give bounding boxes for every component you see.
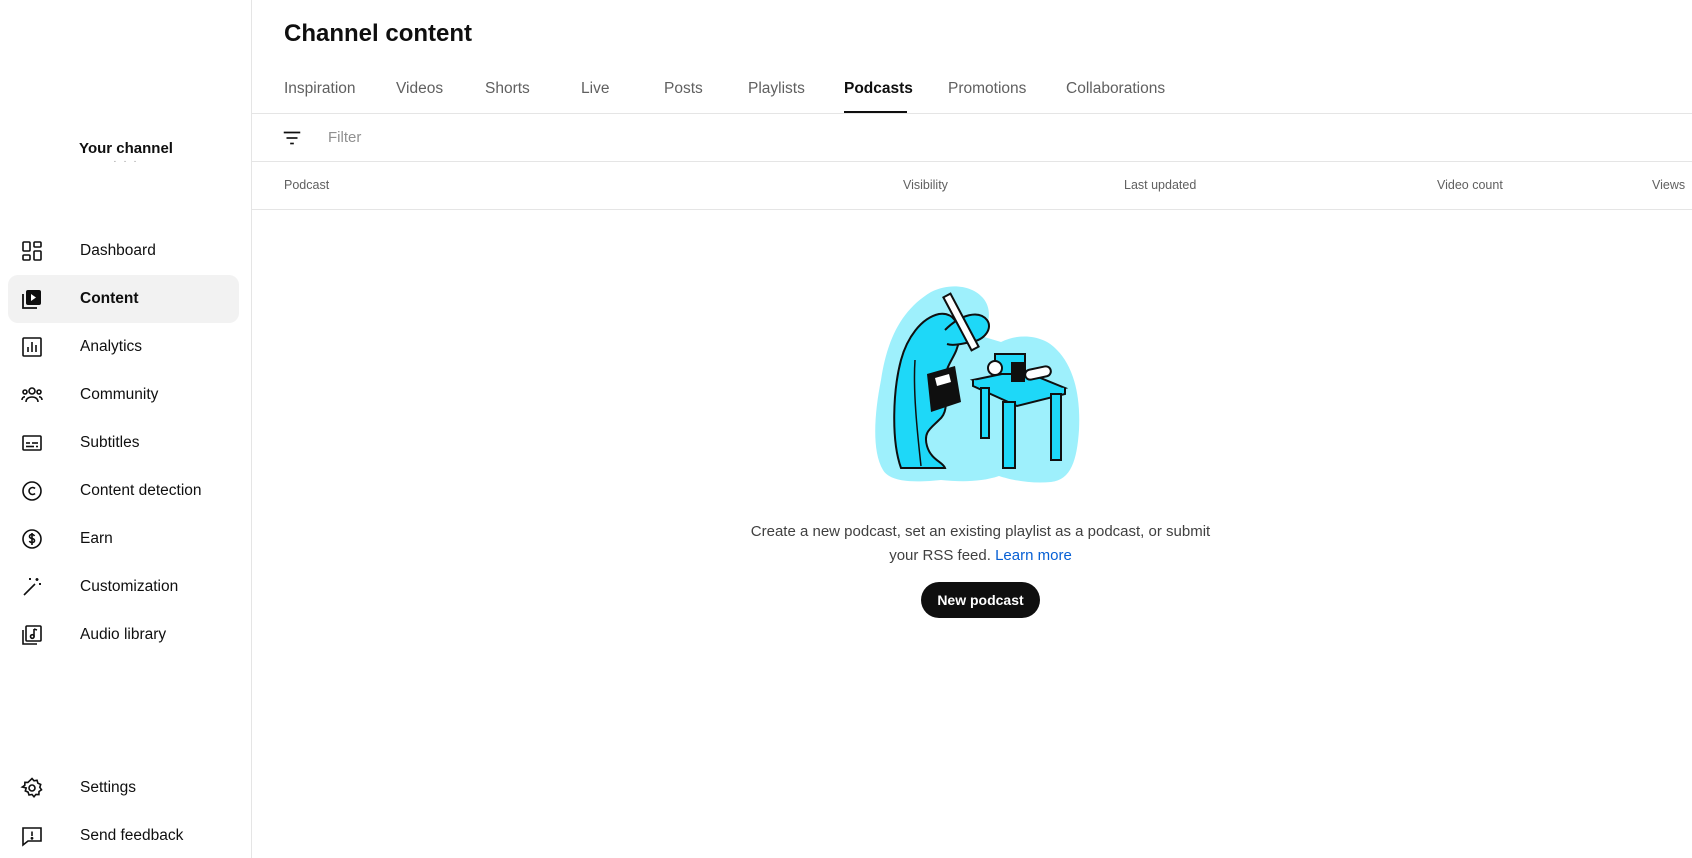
learn-more-link[interactable]: Learn more (995, 547, 1072, 564)
tab-inspiration[interactable]: Inspiration (284, 70, 396, 114)
tab-playlists[interactable]: Playlists (748, 70, 844, 114)
copyright-icon (20, 479, 44, 503)
content-icon (20, 287, 44, 311)
page-title: Channel content (284, 20, 473, 47)
column-header-views[interactable]: Views (1652, 162, 1685, 208)
tab-posts[interactable]: Posts (664, 70, 748, 114)
sidebar-item-community[interactable]: Community (8, 371, 239, 419)
sidebar-nav: Dashboard Content Analytics Community Su… (8, 227, 239, 659)
tab-collaborations[interactable]: Collaborations (1066, 70, 1176, 114)
sidebar-bottom-nav: Settings Send feedback (8, 764, 239, 858)
empty-state-message: Create a new podcast, set an existing pl… (750, 523, 1211, 564)
sidebar-item-label: Dashboard (80, 242, 156, 259)
filter-input[interactable] (328, 129, 928, 146)
sidebar-item-audio-library[interactable]: Audio library (8, 611, 239, 659)
analytics-icon (20, 335, 44, 359)
sidebar-item-settings[interactable]: Settings (8, 764, 239, 812)
subtitles-icon (20, 431, 44, 455)
audio-library-icon (20, 623, 44, 647)
filter-bar (252, 114, 1692, 162)
sidebar-item-label: Community (80, 386, 159, 403)
sidebar-item-send-feedback[interactable]: Send feedback (8, 812, 239, 858)
gear-icon (20, 776, 44, 800)
sidebar-item-subtitles[interactable]: Subtitles (8, 419, 239, 467)
channel-info: Your channel · · · (0, 140, 252, 167)
new-podcast-button[interactable]: New podcast (921, 582, 1040, 618)
filter-icon[interactable] (280, 126, 304, 150)
main-content: Channel content Inspiration Videos Short… (252, 0, 1692, 858)
sidebar-item-content-detection[interactable]: Content detection (8, 467, 239, 515)
magic-wand-icon (20, 575, 44, 599)
sidebar-item-earn[interactable]: Earn (8, 515, 239, 563)
sidebar-item-label: Content detection (80, 482, 202, 499)
community-icon (20, 383, 44, 407)
channel-title[interactable]: Your channel (0, 140, 252, 157)
sidebar-item-label: Subtitles (80, 434, 140, 451)
tab-promotions[interactable]: Promotions (948, 70, 1066, 114)
sidebar-item-label: Earn (80, 530, 113, 547)
content-tabs: Inspiration Videos Shorts Live Posts Pla… (284, 70, 1176, 114)
tab-videos[interactable]: Videos (396, 70, 485, 114)
sidebar-item-label: Analytics (80, 338, 143, 355)
sidebar-item-label: Customization (80, 578, 179, 595)
empty-state: Create a new podcast, set an existing pl… (252, 270, 1692, 618)
table-header: Podcast Visibility Last updated Video co… (252, 162, 1692, 210)
dollar-icon (20, 527, 44, 551)
sidebar-item-label: Content (80, 290, 139, 307)
tab-live[interactable]: Live (581, 70, 664, 114)
feedback-icon (20, 824, 44, 848)
sidebar-item-content[interactable]: Content (8, 275, 239, 323)
column-header-video-count[interactable]: Video count (1437, 162, 1503, 208)
empty-state-text: Create a new podcast, set an existing pl… (741, 520, 1221, 568)
sidebar-item-customization[interactable]: Customization (8, 563, 239, 611)
channel-subtitle: · · · (113, 156, 139, 167)
sidebar-item-analytics[interactable]: Analytics (8, 323, 239, 371)
sidebar-item-label: Send feedback (80, 827, 184, 844)
column-header-visibility: Visibility (903, 178, 948, 192)
sidebar-item-dashboard[interactable]: Dashboard (8, 227, 239, 275)
sidebar: Your channel · · · Dashboard Content Ana… (0, 0, 252, 858)
dashboard-icon (20, 239, 44, 263)
tab-shorts[interactable]: Shorts (485, 70, 581, 114)
sidebar-item-label: Settings (80, 779, 137, 796)
column-header-last-updated[interactable]: Last updated (1124, 162, 1196, 208)
sidebar-item-label: Audio library (80, 626, 167, 643)
podcast-illustration (874, 286, 1079, 483)
tab-podcasts[interactable]: Podcasts (844, 70, 913, 114)
column-header-podcast: Podcast (284, 178, 330, 192)
